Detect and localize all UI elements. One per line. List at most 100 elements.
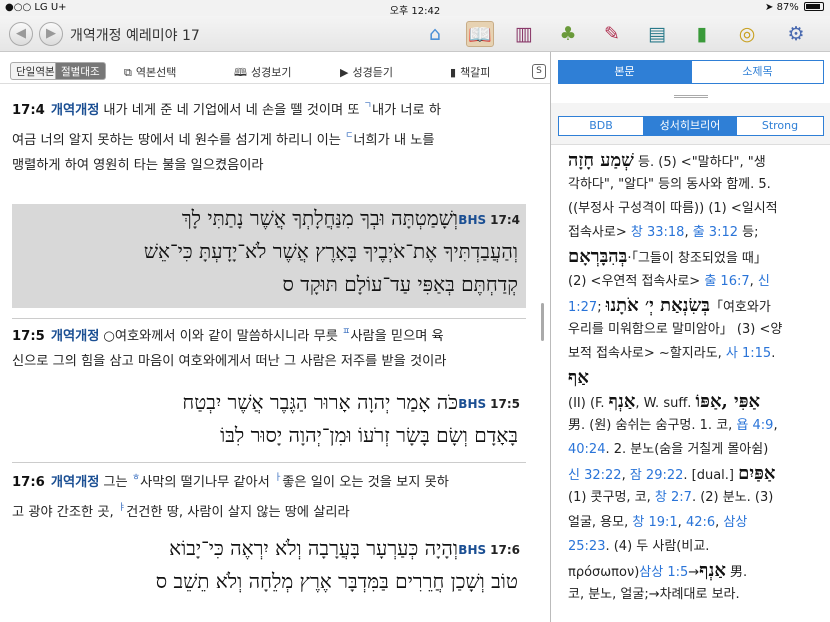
lexicon-line: 코, 분노, 얼굴;→차례대로 보라.	[568, 584, 826, 606]
open-book-icon: 🕮	[234, 66, 247, 79]
hebrew-word[interactable]: אַפִּי ,אַפּוֹ	[696, 391, 761, 412]
scripture-link[interactable]: 창 33:18	[631, 225, 685, 240]
scripture-link[interactable]: 1:27	[568, 300, 597, 315]
lexicon-text: (1) 콧구멍, 코,	[568, 490, 655, 506]
lexicon-text: .	[771, 345, 776, 361]
notebook-icon[interactable]: ▮	[688, 21, 716, 47]
footnote-marker[interactable]: ㄱ	[364, 101, 372, 111]
verse-text: 내가 네게 준 네 기업에서 네 손을 뗄 것이며 또	[103, 103, 364, 118]
single-version-button[interactable]: 단일역본	[10, 62, 61, 80]
hebrew-text-line[interactable]: טוֹב וְשָׁכַן חֲרֵרִים בַּמִּדְבָּר אֶרֶ…	[156, 569, 518, 594]
select-version-button[interactable]: ⧉ 역본선택	[124, 64, 176, 80]
select-version-label: 역본선택	[135, 66, 177, 79]
hebrew-verse[interactable]: וְהָיָה כְּעַרְעָר בָּעֲרָבָה וְלֹא יִרְ…	[12, 534, 526, 600]
hebrew-text-line[interactable]: וְהָיָה כְּעַרְעָר בָּעֲרָבָה וְלֹא יִרְ…	[169, 536, 458, 561]
lexicon-line: 접속사로> 창 33:18, 출 3:12 등;	[568, 222, 826, 244]
parallel-version-button[interactable]: 절별대조	[55, 62, 106, 80]
scripture-link[interactable]: 출 3:12	[693, 225, 738, 240]
hebrew-word[interactable]: אַנְף	[609, 391, 636, 412]
location-icon: ➤	[765, 2, 774, 13]
scripture-link[interactable]: 신 32:22	[568, 468, 622, 483]
tab-strong[interactable]: Strong	[736, 116, 824, 136]
resize-handle[interactable]	[674, 95, 708, 98]
lexicon-text: 등;	[738, 225, 759, 241]
book-icon[interactable]: 📖	[466, 21, 494, 47]
bhs-label: BHS	[458, 543, 487, 557]
pen-icon[interactable]: ✎	[598, 21, 626, 47]
lexicon-text: . [dual.]	[683, 468, 739, 484]
lexicon-text: ,	[677, 514, 686, 530]
verse-text: 그는	[103, 475, 132, 490]
verse-text-line: 여금 너의 알지 못하는 땅에서 네 원수를 섬기게 하리니 이는 ㄷ너희가 내…	[12, 126, 526, 151]
forward-button[interactable]: ▶	[39, 22, 63, 46]
settings-icon[interactable]: ⚙	[782, 21, 810, 47]
bookmark-label: 책갈피	[460, 66, 491, 79]
scripture-link[interactable]: 욥 4:9	[736, 418, 773, 433]
tab-biblical-hebrew[interactable]: 성서히브리어	[644, 116, 736, 136]
scripture-link[interactable]: 신	[758, 274, 770, 289]
hebrew-verse[interactable]: וְשָׁמַטְתָּה וּבְךָ מִנַּחֲלָתְךָ אֲשֶׁ…	[12, 204, 526, 308]
s-button[interactable]: S	[532, 64, 546, 79]
verse-text: 사람을 믿으며 육	[350, 329, 444, 344]
lexicon-text: ((부정사 구성격이 따름)) (1) <일시적	[568, 201, 778, 217]
bhs-ref: 17:4	[490, 213, 520, 227]
verse-text: 신으로 그의 힘을 삼고 마음이 여호와에게서 떠난 그 사람은 저주를 받을 …	[12, 354, 447, 369]
hebrew-word[interactable]: אַף	[568, 367, 589, 388]
scripture-link[interactable]: 사 1:15	[726, 346, 771, 361]
back-button[interactable]: ◀	[9, 22, 33, 46]
bhs-tag: BHS 17:6	[458, 543, 520, 557]
scrollbar[interactable]	[541, 303, 544, 341]
footnote-marker[interactable]: ㅑ	[118, 503, 126, 513]
listen-bible-label: 성경듣기	[352, 66, 393, 79]
lexicon-text: (II) (F.	[568, 396, 609, 411]
lexicon-line: 신 32:22, 잠 29:22. [dual.] אַפַּיִם	[568, 463, 826, 487]
image-icon[interactable]: ▤	[643, 21, 671, 47]
hebrew-word[interactable]: בְּשִׂנְאַת יְ׳ אֹתָנוּ	[606, 295, 710, 316]
hebrew-text-line[interactable]: בָּאָדָם וְשָׂם בָּשָׂר זְרֹעוֹ וּמִן־יְ…	[220, 423, 518, 448]
footnote-marker[interactable]: ㅎ	[132, 473, 140, 483]
tab-outline[interactable]: 소제목	[691, 60, 824, 84]
hebrew-text-line[interactable]: כֹּה אָמַר יְהוָה אָרוּר הַגֶּבֶר אֲשֶׁר…	[182, 390, 458, 415]
battery-percent: 87%	[776, 2, 799, 13]
verse-text-line: 고 광야 간조한 곳, ㅑ건건한 땅, 사람이 살지 않는 땅에 살리라	[12, 498, 526, 523]
hebrew-word[interactable]: אַפַּיִם	[738, 463, 775, 484]
listen-bible-button[interactable]: ▶ 성경듣기	[340, 64, 393, 80]
verse-text: 사막의 떨기나무 같아서	[140, 475, 274, 490]
hebrew-verse[interactable]: כֹּה אָמַר יְהוָה אָרוּר הַגֶּבֶר אֲשֶׁר…	[12, 388, 526, 454]
scripture-link[interactable]: 창 19:1	[632, 515, 677, 530]
bookmark-button[interactable]: ▮ 책갈피	[450, 64, 490, 80]
scripture-link[interactable]: 출 16:7	[704, 274, 749, 289]
library-icon[interactable]: ▥	[510, 21, 538, 47]
scripture-link[interactable]: 삼상	[723, 515, 747, 530]
hebrew-word[interactable]: שְׁמַע חָזָה	[568, 150, 634, 171]
scripture-link[interactable]: 25:23	[568, 539, 605, 554]
tree-icon[interactable]: ♣	[554, 21, 582, 47]
scripture-link[interactable]: 40:24	[568, 442, 605, 457]
tab-bdb[interactable]: BDB	[558, 116, 644, 136]
scripture-link[interactable]: 잠 29:22	[630, 468, 684, 483]
scripture-link[interactable]: 삼상 1:5	[639, 565, 688, 580]
version-label[interactable]: 개역개정	[51, 475, 100, 490]
hebrew-word[interactable]: בְּהִבָּרְאָם	[568, 246, 627, 267]
lexicon-text: . 2. 분노(숨을 거칠게 몰아쉼)	[605, 442, 769, 458]
lexicon-line: 얼굴, 용모, 창 19:1, 42:6, 삼상	[568, 512, 826, 534]
verse-text: 너희가 내 노를	[353, 133, 435, 148]
verse-text: ○여호와께서 이와 같이 말씀하시니라 무릇	[103, 329, 343, 344]
verse-text: 좋은 일이 오는 것을 보지 못하	[282, 475, 449, 490]
hebrew-word[interactable]: אַנְף	[699, 560, 726, 581]
version-label[interactable]: 개역개정	[51, 103, 100, 118]
hebrew-text-line[interactable]: קְדַחְתֶּם בְּאַפִּי עַד־עוֹלָם תּוּקָד …	[282, 272, 518, 297]
scripture-link[interactable]: 창 2:7	[655, 490, 692, 505]
hebrew-text-line[interactable]: וְהַעֲבַדְתִּיךָ אֶת־אֹיְבֶיךָ בָּאָרֶץ …	[144, 239, 518, 264]
view-bible-button[interactable]: 🕮 성경보기	[234, 64, 291, 83]
tab-text[interactable]: 본문	[558, 60, 691, 84]
verse-text-line: 17:6 개역개정 그는 ㅎ사막의 떨기나무 같아서 ㅏ좋은 일이 오는 것을 보지…	[12, 468, 526, 493]
lifebuoy-icon[interactable]: ◎	[733, 21, 761, 47]
bhs-tag: BHS 17:4	[458, 213, 520, 227]
lexicon-text: 얼굴, 용모,	[568, 514, 633, 530]
version-label[interactable]: 개역개정	[51, 329, 100, 344]
home-icon[interactable]: ⌂	[421, 21, 449, 47]
version-select-icon: ⧉	[124, 66, 132, 79]
scripture-link[interactable]: 42:6	[686, 515, 715, 530]
hebrew-text-line[interactable]: וְשָׁמַטְתָּה וּבְךָ מִנַּחֲלָתְךָ אֲשֶׁ…	[182, 206, 458, 231]
